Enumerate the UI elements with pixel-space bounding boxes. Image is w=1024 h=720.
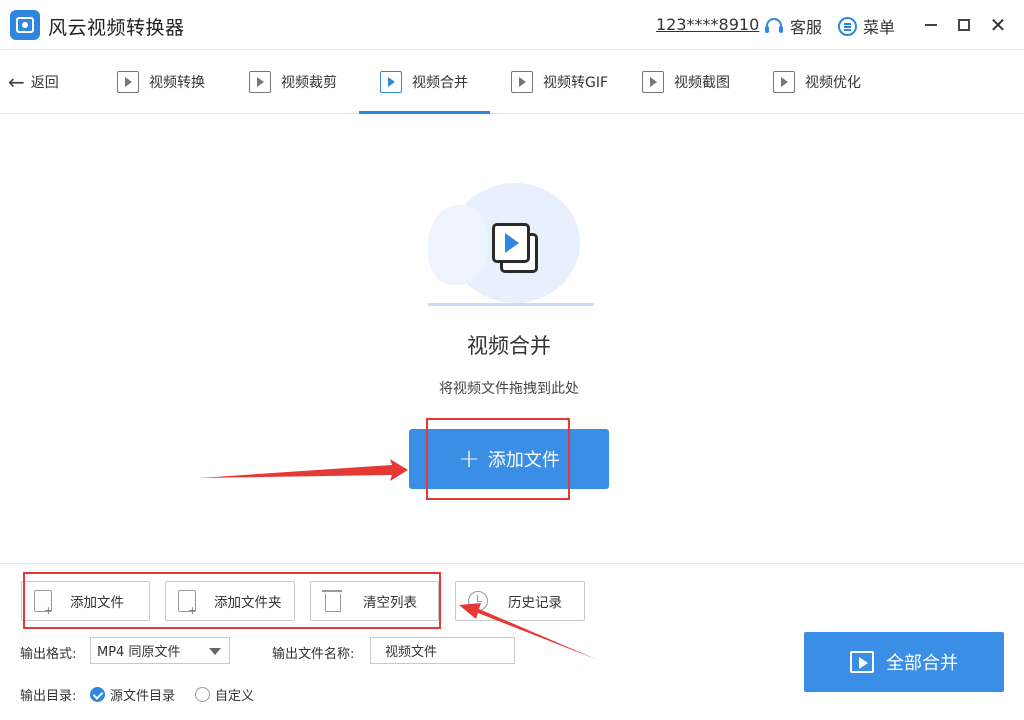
app-logo-icon (10, 10, 40, 40)
maximize-button[interactable] (951, 12, 977, 38)
tab-label: 视频优化 (805, 75, 861, 91)
menu-label: 菜单 (863, 18, 896, 37)
gif-icon (511, 71, 533, 93)
output-name-input[interactable]: 视频文件 (370, 637, 515, 664)
radio-unchecked-icon (195, 687, 210, 702)
add-folder-icon (178, 590, 197, 617)
tab-label: 视频合并 (412, 75, 468, 91)
nav-bar: ← 返回 视频转换 视频裁剪 视频合并 视频转GIF 视频截图 视频优化 (0, 50, 1024, 114)
tab-video-screenshot[interactable]: 视频截图 (642, 50, 730, 114)
output-format-select[interactable]: MP4 同原文件 (90, 637, 230, 664)
headset-icon (764, 16, 784, 36)
plus-icon: + (458, 444, 480, 474)
back-arrow-icon: ← (8, 70, 25, 94)
menu-button[interactable]: 菜单 (838, 14, 895, 38)
history-button[interactable]: 历史记录 (455, 581, 585, 621)
tab-label: 视频转换 (149, 75, 205, 91)
tab-video-optimize[interactable]: 视频优化 (773, 50, 861, 114)
video-merge-illustration-icon (492, 223, 540, 275)
radio-custom-dir-label: 自定义 (215, 689, 255, 704)
output-format-value: MP4 同原文件 (97, 645, 181, 660)
radio-checked-icon (90, 687, 105, 702)
drop-area-title: 视频合并 (467, 334, 551, 358)
history-label: 历史记录 (508, 595, 562, 611)
screenshot-icon (642, 71, 664, 93)
active-tab-indicator (359, 111, 490, 114)
add-folder-label: 添加文件夹 (214, 595, 282, 611)
tab-video-convert[interactable]: 视频转换 (117, 50, 205, 114)
video-convert-icon (117, 71, 139, 93)
annotation-arrow-left (199, 459, 408, 481)
add-file-button[interactable]: 添加文件 (21, 581, 150, 621)
radio-custom-dir[interactable]: 自定义 (195, 685, 254, 704)
output-dir-label: 输出目录: (20, 689, 77, 704)
customer-service-button[interactable]: 客服 (764, 14, 822, 38)
back-button[interactable]: ← 返回 (8, 72, 59, 92)
close-button[interactable]: ✕ (985, 12, 1011, 38)
video-merge-icon (380, 71, 402, 93)
title-bar: 风云视频转换器 123****8910 客服 菜单 ✕ (0, 0, 1024, 50)
tab-video-merge[interactable]: 视频合并 (380, 50, 468, 114)
add-file-main-button[interactable]: + 添加文件 (409, 429, 609, 489)
chevron-down-icon (209, 648, 221, 655)
radio-source-dir[interactable]: 源文件目录 (90, 685, 175, 704)
merge-all-label: 全部合并 (886, 653, 958, 674)
drop-illustration (420, 165, 600, 310)
output-format-label: 输出格式: (20, 647, 77, 662)
add-file-main-label: 添加文件 (487, 450, 560, 471)
close-icon: ✕ (989, 13, 1007, 37)
tab-video-crop[interactable]: 视频裁剪 (249, 50, 337, 114)
tab-label: 视频转GIF (543, 75, 609, 91)
output-name-label: 输出文件名称: (272, 647, 355, 662)
clear-list-label: 清空列表 (363, 595, 417, 611)
menu-icon (838, 16, 857, 36)
drop-area-hint: 将视频文件拖拽到此处 (439, 381, 579, 397)
optimize-icon (773, 71, 795, 93)
minimize-button[interactable] (918, 12, 944, 38)
clear-list-button[interactable]: 清空列表 (310, 581, 439, 621)
play-icon (850, 651, 874, 673)
customer-service-label: 客服 (790, 18, 823, 37)
trash-icon (322, 590, 342, 612)
add-file-label: 添加文件 (70, 595, 124, 611)
output-name-value: 视频文件 (385, 645, 438, 660)
video-crop-icon (249, 71, 271, 93)
app-title: 风云视频转换器 (48, 17, 185, 39)
add-file-icon (34, 590, 53, 617)
user-account-link[interactable]: 123****8910 (656, 15, 759, 34)
merge-all-button[interactable]: 全部合并 (804, 632, 1004, 692)
add-folder-button[interactable]: 添加文件夹 (165, 581, 295, 621)
clock-icon (468, 591, 488, 611)
tab-label: 视频截图 (674, 75, 730, 91)
back-label: 返回 (30, 75, 59, 91)
tab-label: 视频裁剪 (281, 75, 337, 91)
tab-video-to-gif[interactable]: 视频转GIF (511, 50, 608, 114)
radio-source-dir-label: 源文件目录 (110, 689, 176, 704)
minimize-icon (925, 24, 937, 26)
maximize-icon (958, 19, 970, 31)
